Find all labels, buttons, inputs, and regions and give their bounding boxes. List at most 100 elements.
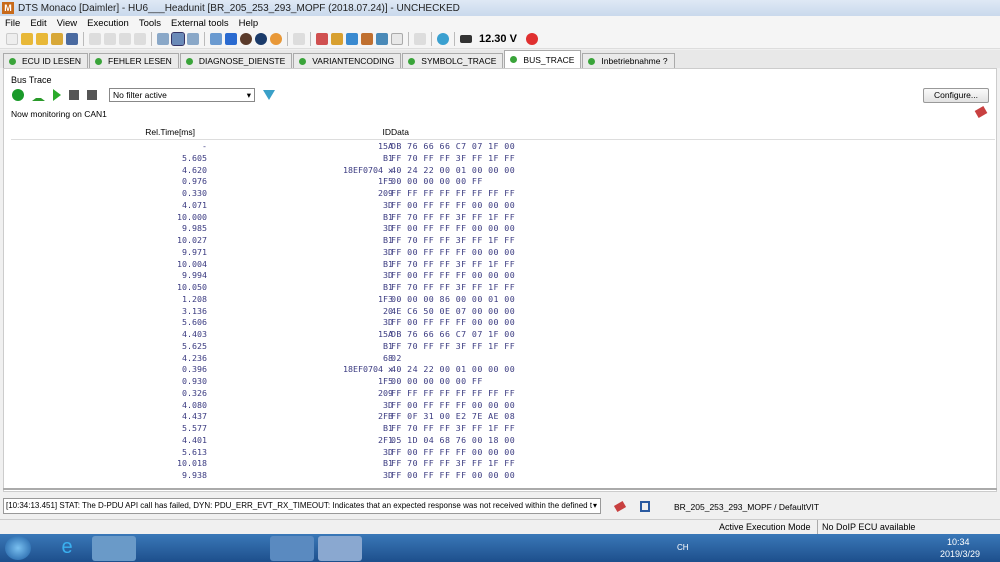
monitor-icon[interactable] [331, 33, 343, 45]
new-icon[interactable] [6, 33, 18, 45]
layout-2-icon[interactable] [171, 32, 185, 46]
document-icon[interactable] [391, 33, 403, 45]
trace-row[interactable]: 0.330 209 FF FF FF FF FF FF FF FF [11, 188, 995, 200]
row-time: 0.330 [182, 188, 207, 198]
trace-row[interactable]: 0.326 209 FF FF FF FF FF FF FF FF [11, 388, 995, 400]
open-icon[interactable] [21, 33, 33, 45]
col-rel-time[interactable]: Rel.Time[ms] [145, 127, 195, 137]
tab-bus-trace[interactable]: BUS_TRACE [504, 50, 582, 68]
explorer-icon[interactable] [92, 536, 136, 561]
col-id[interactable]: ID [383, 127, 392, 137]
row-time: 5.606 [182, 317, 207, 328]
ecu-icon[interactable] [240, 33, 252, 45]
trace-row[interactable]: 9.985 3D FF 00 FF FF FF 00 00 00 [11, 223, 995, 235]
trace-row[interactable]: 4.071 3D FF 00 FF FF FF 00 00 00 [11, 200, 995, 212]
tab-fehler-lesen[interactable]: FEHLER LESEN [89, 53, 179, 68]
tab-variantencoding[interactable]: VARIANTENCODING [293, 53, 402, 68]
wechat-icon[interactable] [270, 536, 314, 561]
network-icon[interactable] [346, 33, 358, 45]
upload-icon[interactable] [32, 89, 45, 101]
stop-icon[interactable] [69, 90, 79, 100]
layout-1-icon[interactable] [157, 33, 169, 45]
trace-row[interactable]: 4.080 3D FF 00 FF FF FF 00 00 00 [11, 400, 995, 412]
play-icon[interactable] [53, 89, 61, 101]
filter-icon[interactable] [263, 90, 275, 100]
trace-row[interactable]: 9.994 3D FF 00 FF FF FF 00 00 00 [11, 270, 995, 282]
dts-monaco-icon[interactable] [318, 536, 362, 561]
trace-row[interactable]: -15A DB 76 66 66 C7 07 1F 00 [11, 141, 995, 153]
trace-row[interactable]: 5.577 B1 FF 70 FF FF 3F FF 1F FF [11, 423, 995, 435]
separator [204, 32, 205, 46]
trace-row[interactable]: 5.605 B1 FF 70 FF FF 3F FF 1F FF [11, 153, 995, 165]
trace-row[interactable]: 10.018 B1 FF 70 FF FF 3F FF 1F FF [11, 458, 995, 470]
menu-edit[interactable]: Edit [25, 18, 51, 29]
trace-row[interactable]: 4.403 15A DB 76 66 66 C7 07 1F 00 [11, 329, 995, 341]
ecu-variant-icon[interactable] [270, 33, 282, 45]
flash-icon[interactable] [361, 33, 373, 45]
clock-time[interactable]: 10:34 [947, 537, 970, 547]
trace-row[interactable]: 5.606 3D FF 00 FF FF FF 00 00 00 [11, 317, 995, 329]
start-button[interactable] [5, 536, 31, 560]
trace-row[interactable]: 4.620 18EF0704 x 40 24 22 00 01 00 00 00 [11, 165, 995, 177]
menu-execution[interactable]: Execution [82, 18, 134, 29]
trace-row[interactable]: 4.401 2F1 05 1D 04 68 76 00 18 00 [11, 435, 995, 447]
trace-row[interactable]: 5.625 B1 FF 70 FF FF 3F FF 1F FF [11, 341, 995, 353]
tab-symbolc-trace[interactable]: SYMBOLC_TRACE [402, 53, 504, 68]
trace-icon[interactable] [376, 33, 388, 45]
clock-date[interactable]: 2019/3/29 [940, 549, 980, 559]
cut-icon[interactable] [89, 33, 101, 45]
configure-button[interactable]: Configure... [923, 88, 989, 103]
trace-row[interactable]: 4.236 68 02 [11, 353, 995, 365]
ecu-online-icon[interactable] [255, 33, 267, 45]
trace-row[interactable]: 9.938 3D FF 00 FF FF FF 00 00 00 [11, 470, 995, 482]
record-icon[interactable] [87, 90, 97, 100]
help-icon[interactable] [437, 33, 449, 45]
open-folder-icon[interactable] [51, 33, 63, 45]
tab-inbetriebnahme[interactable]: Inbetriebnahme ? [582, 53, 675, 68]
trace-row[interactable]: 10.004 B1 FF 70 FF FF 3F FF 1F FF [11, 259, 995, 271]
baidu-icon[interactable] [135, 536, 179, 561]
menu-view[interactable]: View [52, 18, 82, 29]
delete-icon[interactable] [134, 33, 146, 45]
tab-ecu-id-lesen[interactable]: ECU ID LESEN [3, 53, 89, 68]
filter-select[interactable]: No filter active [109, 88, 255, 102]
row-time: 4.620 [182, 164, 207, 175]
menu-tools[interactable]: Tools [134, 18, 166, 29]
tool-icon[interactable] [316, 33, 328, 45]
ie-icon[interactable]: e [45, 536, 89, 561]
save-icon[interactable] [66, 33, 78, 45]
menu-file[interactable]: File [0, 18, 25, 29]
report-icon[interactable] [293, 33, 305, 45]
open-project-icon[interactable] [36, 33, 48, 45]
disconnect-button[interactable] [525, 33, 538, 45]
power-icon[interactable] [12, 89, 24, 101]
trace-row[interactable]: 1.208 1F3 00 00 00 86 00 00 01 00 [11, 294, 995, 306]
tab-diagnose-dienste[interactable]: DIAGNOSE_DIENSTE [179, 53, 293, 68]
stop-square-icon[interactable] [225, 33, 237, 45]
trace-row[interactable]: 0.976 1F5 00 00 00 00 00 FF [11, 176, 995, 188]
trace-row[interactable]: 10.050 B1 FF 70 FF FF 3F FF 1F FF [11, 282, 995, 294]
layout-3-icon[interactable] [187, 33, 199, 45]
connect-icon[interactable] [210, 33, 222, 45]
menu-help[interactable]: Help [234, 18, 264, 29]
chrome-icon[interactable] [180, 536, 224, 561]
trace-row[interactable]: 10.000 B1 FF 70 FF FF 3F FF 1F FF [11, 212, 995, 224]
col-data[interactable]: Data [391, 127, 409, 137]
trace-row[interactable]: 5.613 3D FF 00 FF FF FF 00 00 00 [11, 447, 995, 459]
menu-external-tools[interactable]: External tools [166, 18, 234, 29]
language-indicator[interactable]: CH [677, 543, 689, 552]
trace-row[interactable]: 0.930 1F5 00 00 00 00 00 FF [11, 376, 995, 388]
trace-row[interactable]: 10.027 B1 FF 70 FF FF 3F FF 1F FF [11, 235, 995, 247]
clear-messages-icon[interactable] [613, 500, 627, 513]
trace-row[interactable]: 9.971 3D FF 00 FF FF FF 00 00 00 [11, 247, 995, 259]
teamviewer-icon[interactable] [225, 536, 269, 561]
paste-icon[interactable] [119, 33, 131, 45]
copy-icon[interactable] [104, 33, 116, 45]
trace-row[interactable]: 4.437 2FB FF 0F 31 00 E2 7E AE 08 [11, 411, 995, 423]
trace-row[interactable]: 3.136 20 4E C6 50 0E 07 00 00 00 [11, 306, 995, 318]
calc-icon[interactable] [414, 33, 426, 45]
trace-row[interactable]: 0.396 18EF0704 x 40 24 22 00 01 00 00 00 [11, 364, 995, 376]
row-data: DB 76 66 66 C7 07 1F 00 [391, 329, 516, 339]
message-dropdown[interactable]: [10:34:13.451] STAT: The D-PDU API call … [3, 498, 601, 514]
exit-icon[interactable] [640, 501, 650, 512]
